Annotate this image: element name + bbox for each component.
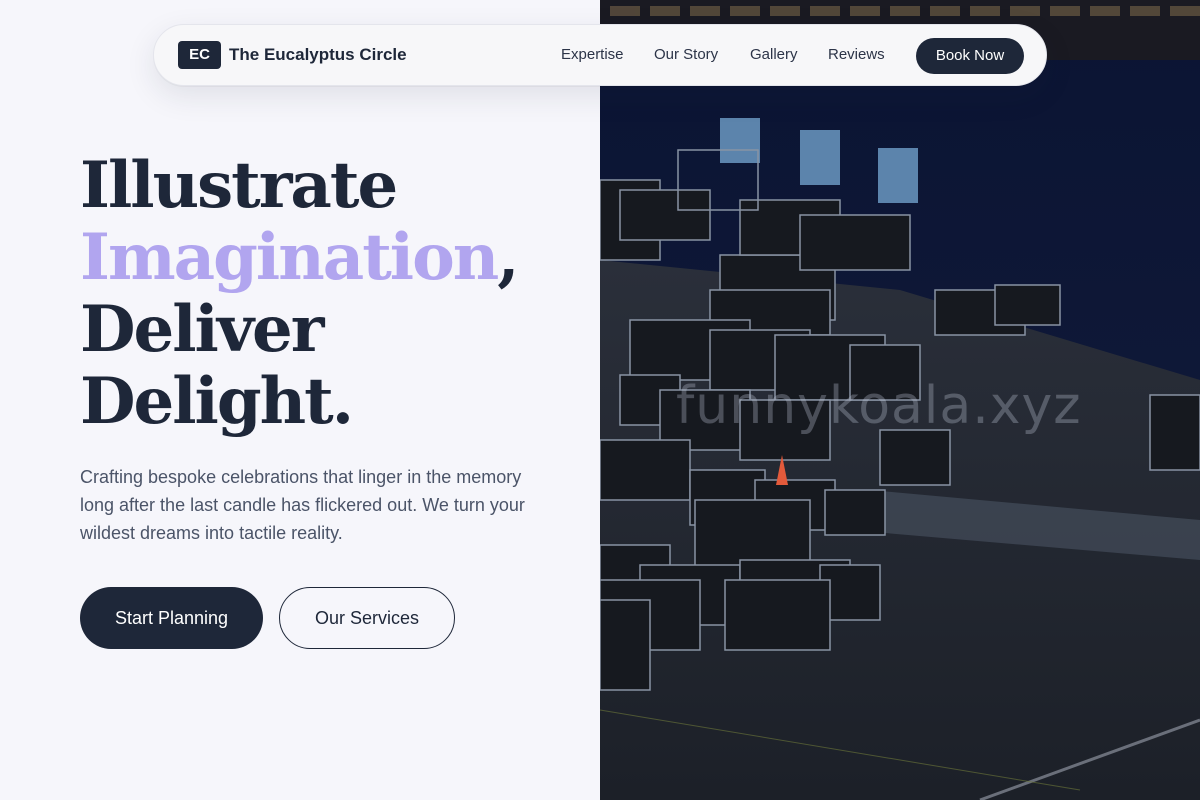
landing-page: funnykoala.xyz EC The Eucalyptus Circle …: [0, 0, 1200, 800]
brand-logo[interactable]: EC: [178, 41, 221, 69]
nav-link-expertise[interactable]: Expertise: [561, 46, 624, 63]
book-now-button[interactable]: Book Now: [916, 38, 1024, 74]
nav-link-gallery[interactable]: Gallery: [750, 46, 798, 63]
our-services-button[interactable]: Our Services: [279, 587, 455, 649]
headline-line-2: Imagination,: [80, 220, 520, 295]
headline-comma: ,: [497, 220, 519, 295]
brand-name[interactable]: The Eucalyptus Circle: [229, 45, 407, 65]
headline-line-4: Delight.: [80, 364, 354, 439]
hero-headline: Illustrate Imagination, Deliver Delight.: [80, 148, 520, 439]
headline-accent-word: Imagination: [80, 220, 499, 295]
hero-subtitle: Crafting bespoke celebrations that linge…: [80, 467, 525, 543]
headline-line-1: Illustrate: [80, 148, 398, 223]
headline-line-3: Deliver: [80, 292, 324, 367]
top-navigation: EC The Eucalyptus Circle Expertise Our S…: [153, 24, 1047, 86]
photo-watermark: funnykoala.xyz: [676, 376, 1082, 436]
nav-link-reviews[interactable]: Reviews: [828, 46, 885, 63]
nav-link-our-story[interactable]: Our Story: [654, 46, 718, 63]
start-planning-button[interactable]: Start Planning: [80, 587, 263, 649]
